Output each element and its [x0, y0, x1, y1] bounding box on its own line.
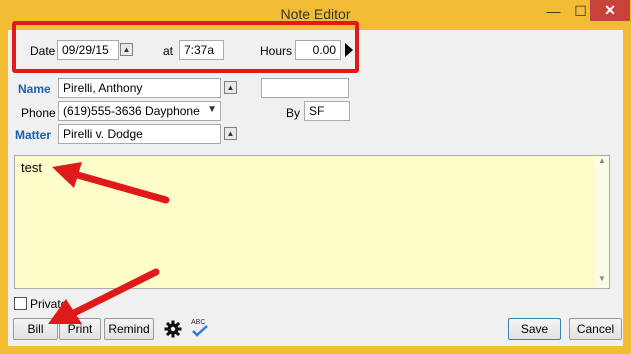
- window-title: Note Editor: [280, 6, 351, 22]
- save-button[interactable]: Save: [508, 318, 561, 340]
- minimize-button[interactable]: —: [540, 0, 567, 22]
- note-textarea[interactable]: test ▲ ▼: [14, 155, 610, 289]
- bill-button[interactable]: Bill: [13, 318, 58, 340]
- cancel-button[interactable]: Cancel: [569, 318, 622, 340]
- name-extra-field[interactable]: [261, 78, 349, 98]
- private-label: Private: [30, 297, 68, 311]
- by-label: By: [286, 106, 301, 120]
- spellcheck-icon[interactable]: ABC: [190, 319, 210, 339]
- matter-label: Matter: [15, 128, 52, 142]
- print-button[interactable]: Print: [59, 318, 101, 340]
- name-field[interactable]: Pirelli, Anthony: [58, 78, 221, 98]
- note-text: test: [21, 160, 42, 175]
- scroll-down-icon[interactable]: ▼: [595, 274, 609, 288]
- matter-field[interactable]: Pirelli v. Dodge: [58, 124, 221, 144]
- checkmark-glyph: [192, 325, 208, 337]
- phone-combobox[interactable]: (619)555-3636 Dayphone ▼: [58, 101, 221, 121]
- remind-button[interactable]: Remind: [104, 318, 154, 340]
- name-lookup-button[interactable]: ▲: [224, 81, 237, 94]
- name-label: Name: [18, 82, 51, 96]
- highlight-box: [12, 21, 359, 73]
- close-button[interactable]: ✕: [590, 0, 630, 21]
- note-editor-window: Note Editor — ☐ ✕ Date 09/29/15 ▲ at 7:3…: [0, 0, 631, 354]
- by-field[interactable]: SF: [304, 101, 350, 121]
- private-checkbox[interactable]: [14, 297, 27, 310]
- scroll-up-icon[interactable]: ▲: [595, 156, 609, 170]
- editor-client-area: Date 09/29/15 ▲ at 7:37a Hours 0.00 Name…: [8, 30, 623, 346]
- chevron-down-icon[interactable]: ▼: [207, 104, 217, 115]
- matter-lookup-button[interactable]: ▲: [224, 127, 237, 140]
- gear-icon[interactable]: [164, 320, 182, 338]
- phone-label: Phone: [21, 106, 56, 120]
- note-scrollbar[interactable]: ▲ ▼: [595, 156, 609, 288]
- phone-value: (619)555-3636 Dayphone: [63, 104, 200, 118]
